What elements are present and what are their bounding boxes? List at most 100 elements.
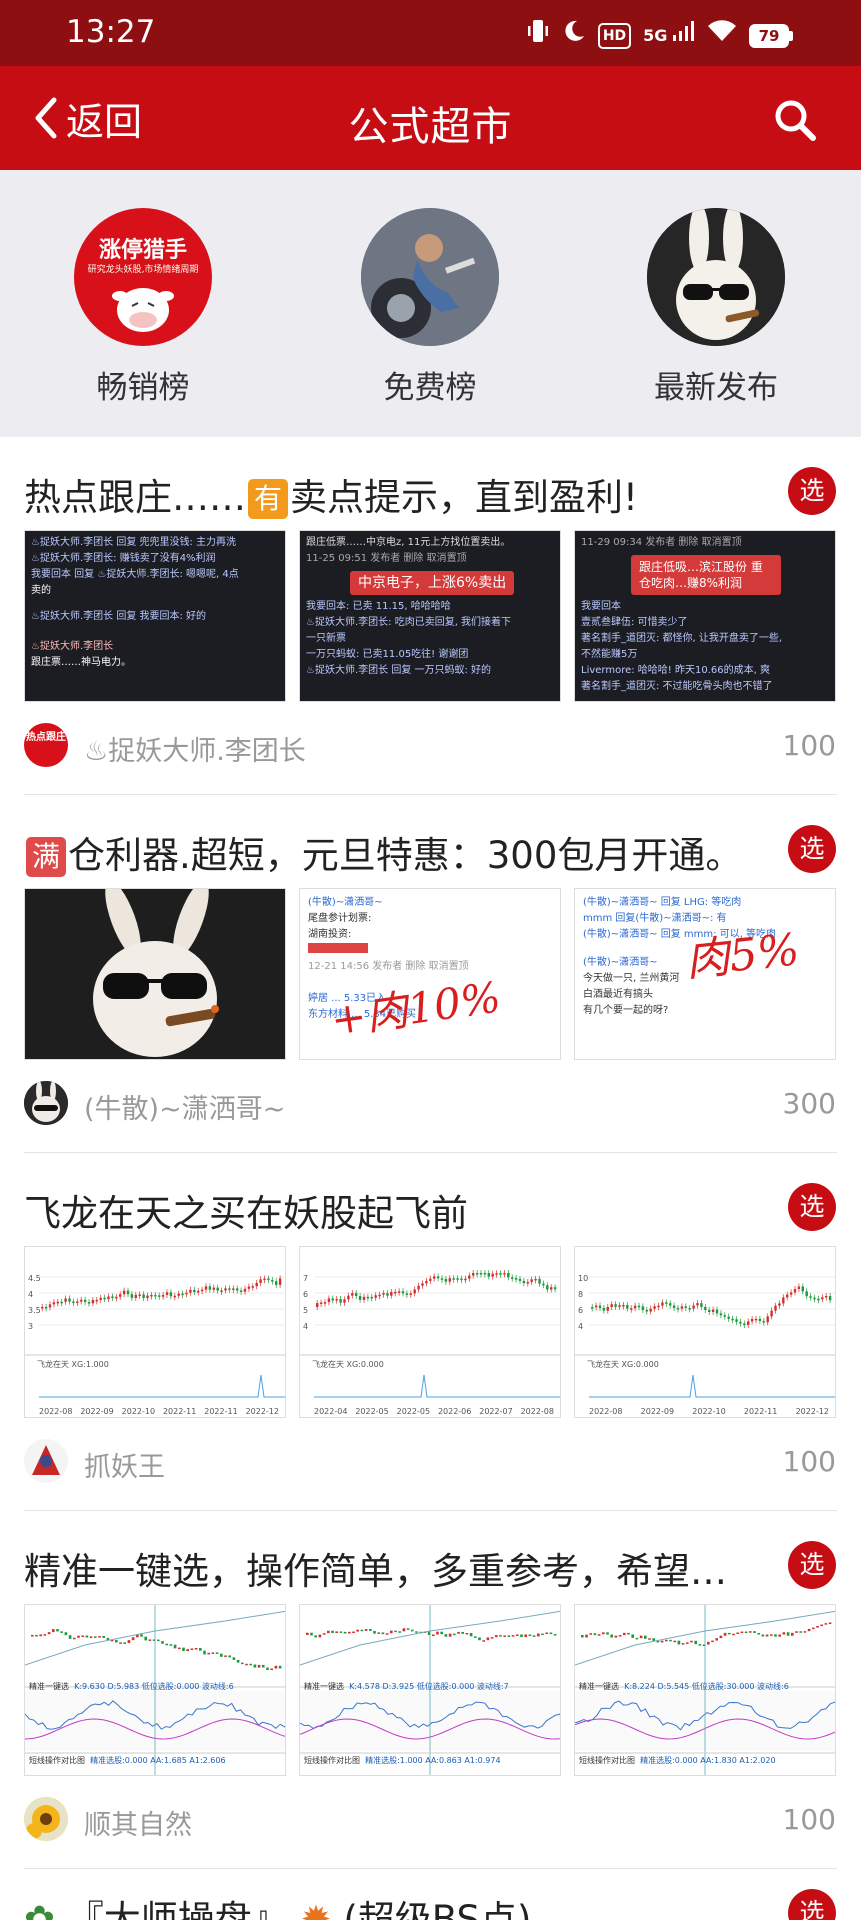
candle-body xyxy=(635,1637,639,1640)
candle-body xyxy=(614,1635,618,1638)
panel-label: 精准一键选 xyxy=(304,1682,344,1691)
candle-body xyxy=(60,1301,63,1304)
candle-body xyxy=(795,1631,798,1633)
thumbnail[interactable]: ♨捉妖大师.李团长 回复 兜兜里没钱: 主力再洗 ♨捉妖大师.李团长: 赚钱卖了… xyxy=(24,530,286,702)
chat-line: 著名割手_道团灭: 不过能吃骨头肉也不错了 xyxy=(581,681,773,692)
stats-text: 精准选股:1.000 AA:0.863 A1:0.974 xyxy=(365,1756,501,1765)
chat-line: 跟庄票……神马电力。 xyxy=(31,657,131,668)
candle-body xyxy=(648,1638,651,1640)
candle-body xyxy=(381,1632,385,1635)
thumbnail[interactable]: 飞龙在天 XG:0.000 10 8 6 4 2022-08 2022-09 2… xyxy=(574,1246,836,1418)
candle-body xyxy=(126,1290,130,1295)
candle-body xyxy=(278,1278,282,1285)
candle-body xyxy=(232,1288,235,1290)
candle-body xyxy=(778,1303,781,1306)
formula-card[interactable]: 飞龙在天之买在妖股起飞前 选 飞龙在天 XG:1.000 4.5 4 3.5 3… xyxy=(0,1153,861,1511)
candle-body xyxy=(35,1634,38,1637)
candle-body xyxy=(778,1634,781,1637)
candle-body xyxy=(465,1633,469,1635)
x-tick: 2022-05 xyxy=(396,1407,431,1416)
chat-line: 11-25 09:51 发布者 删除 取消置顶 xyxy=(306,553,467,564)
chat-line: 壹贰叁肆伍: 可惜卖少了 xyxy=(581,617,688,628)
x-tick: 2022-09 xyxy=(640,1407,675,1416)
candle-body xyxy=(511,1635,515,1637)
candle-body xyxy=(228,1655,231,1658)
formula-card[interactable]: 满仓利器.超短，元旦特惠：300包月开通。 选 (牛散)~潇洒哥~ 尾盘参计划票… xyxy=(0,795,861,1153)
candle-body xyxy=(688,1307,691,1310)
candle-body xyxy=(405,1293,409,1295)
candle-body xyxy=(274,1665,278,1669)
x-tick: 2022-11 xyxy=(743,1407,778,1416)
thumbnail-row: ♨捉妖大师.李团长 回复 兜兜里没钱: 主力再洗 ♨捉妖大师.李团长: 赚钱卖了… xyxy=(24,530,836,702)
chat-line: 白酒最近有搞头 xyxy=(583,989,653,1000)
category-free[interactable]: 免费榜 xyxy=(330,208,530,407)
candle-body xyxy=(119,1642,122,1644)
candle-body xyxy=(528,1634,532,1637)
candle-body xyxy=(378,1294,381,1297)
candle-body xyxy=(744,1631,748,1634)
candle-body xyxy=(782,1297,785,1304)
candle-body xyxy=(173,1295,176,1298)
network-type: 5G xyxy=(643,25,668,45)
candle-body xyxy=(490,1637,494,1639)
panel-label: 精准一键选 xyxy=(579,1682,619,1691)
candle-body xyxy=(534,1278,537,1281)
rabbit-sunglasses-image xyxy=(25,889,285,1059)
candle-body xyxy=(319,1302,323,1304)
thumbnail[interactable]: 飞龙在天 XG:1.000 4.5 4 3.5 3 2022-08 2022-0… xyxy=(24,1246,286,1418)
thumbnail[interactable]: 精准一键选 K:8.224 D:5.545 低位选股:30.000 波动线:6 … xyxy=(574,1604,836,1776)
candle-body xyxy=(130,1294,134,1298)
candle-body xyxy=(743,1323,746,1326)
candle-body xyxy=(614,1304,617,1307)
candle-body xyxy=(828,1622,832,1624)
status-icons: HD 5G 79 xyxy=(526,18,793,53)
formula-card[interactable]: ✿ 『大师操盘』 ✹ (超级BS点) 选 xyxy=(0,1869,861,1920)
select-button[interactable]: 选 xyxy=(788,1889,836,1920)
thumbnail[interactable]: 精准一键选 K:9.630 D:5.983 低位选股:0.000 波动线:6 短… xyxy=(24,1604,286,1776)
candle-body xyxy=(394,1630,397,1633)
select-button[interactable]: 选 xyxy=(788,1183,836,1231)
candle-body xyxy=(425,1280,428,1284)
candle-body xyxy=(545,1632,548,1635)
candle-body xyxy=(483,1273,487,1275)
indicator-label: 飞龙在天 XG:0.000 xyxy=(312,1360,384,1369)
candle-body xyxy=(799,1631,802,1633)
card-title: ✿ 『大师操盘』 ✹ (超级BS点) xyxy=(24,1889,764,1920)
thumbnail[interactable]: 跟庄低票……中京电z, 11元上方找位置卖出。 11-25 09:51 发布者 … xyxy=(299,530,561,702)
battery-level: 79 xyxy=(749,23,789,48)
page-title: 公式超市 xyxy=(348,104,513,150)
candle-body xyxy=(766,1316,769,1323)
thumbnail[interactable]: (牛散)~潇洒哥~ 回复 LHG: 等吃肉 mmm 回复(牛散)~潇洒哥~: 有… xyxy=(574,888,836,1060)
candle-body xyxy=(236,1288,239,1291)
candle-body xyxy=(203,1650,206,1655)
candle-body xyxy=(402,1628,406,1632)
candle-body xyxy=(91,1299,95,1304)
candle-body xyxy=(94,1636,97,1638)
indicator-label: 飞龙在天 XG:0.000 xyxy=(587,1360,659,1369)
search-button[interactable] xyxy=(773,98,817,142)
thumbnail[interactable]: 11-29 09:34 发布者 删除 取消置顶 跟庄低吸…滨江股份 重仓吃肉…赚… xyxy=(574,530,836,702)
thumbnail[interactable]: (牛散)~潇洒哥~ 尾盘参计划票: 湖南投资: 12-21 14:56 发布者 … xyxy=(299,888,561,1060)
formula-card[interactable]: 热点跟庄…… 有卖点提示，直到盈利! 选 ♨捉妖大师.李团长 回复 兜兜里没钱: … xyxy=(0,437,861,795)
chat-line: 11-29 09:34 发布者 删除 取消置顶 xyxy=(581,537,742,548)
select-button[interactable]: 选 xyxy=(788,467,836,515)
category-newest[interactable]: 最新发布 xyxy=(616,208,816,407)
select-button[interactable]: 选 xyxy=(788,1541,836,1589)
candle-body xyxy=(331,1298,334,1301)
candle-body xyxy=(47,1632,51,1635)
thumbnail[interactable] xyxy=(24,888,286,1060)
candle-body xyxy=(585,1634,588,1638)
x-tick: 2022-07 xyxy=(479,1407,513,1416)
candle-body xyxy=(150,1294,153,1297)
formula-card[interactable]: 精准一键选，操作简单，多重参考，希望… 选 精准一键选 K:9.630 D:5.… xyxy=(0,1511,861,1869)
candle-body xyxy=(275,1281,278,1285)
category-bestseller[interactable]: 涨停猎手 研究龙头妖股,市场情绪周期 畅销榜 xyxy=(43,208,243,407)
candle-body xyxy=(278,1665,282,1669)
card-footer: 热点跟庄 ♨捉妖大师.李团长 100 xyxy=(24,721,836,769)
select-button[interactable]: 选 xyxy=(788,825,836,873)
panel-label: 短线操作对比图 xyxy=(579,1756,635,1765)
thumbnail[interactable]: 飞龙在天 XG:0.000 7 6 5 4 2022-04 2022-05 20… xyxy=(299,1246,561,1418)
candle-body xyxy=(398,1631,401,1633)
thumbnail[interactable]: 精准一键选 K:4.578 D:3.925 低位选股:0.000 波动线:7 短… xyxy=(299,1604,561,1776)
candle-body xyxy=(460,1278,463,1281)
